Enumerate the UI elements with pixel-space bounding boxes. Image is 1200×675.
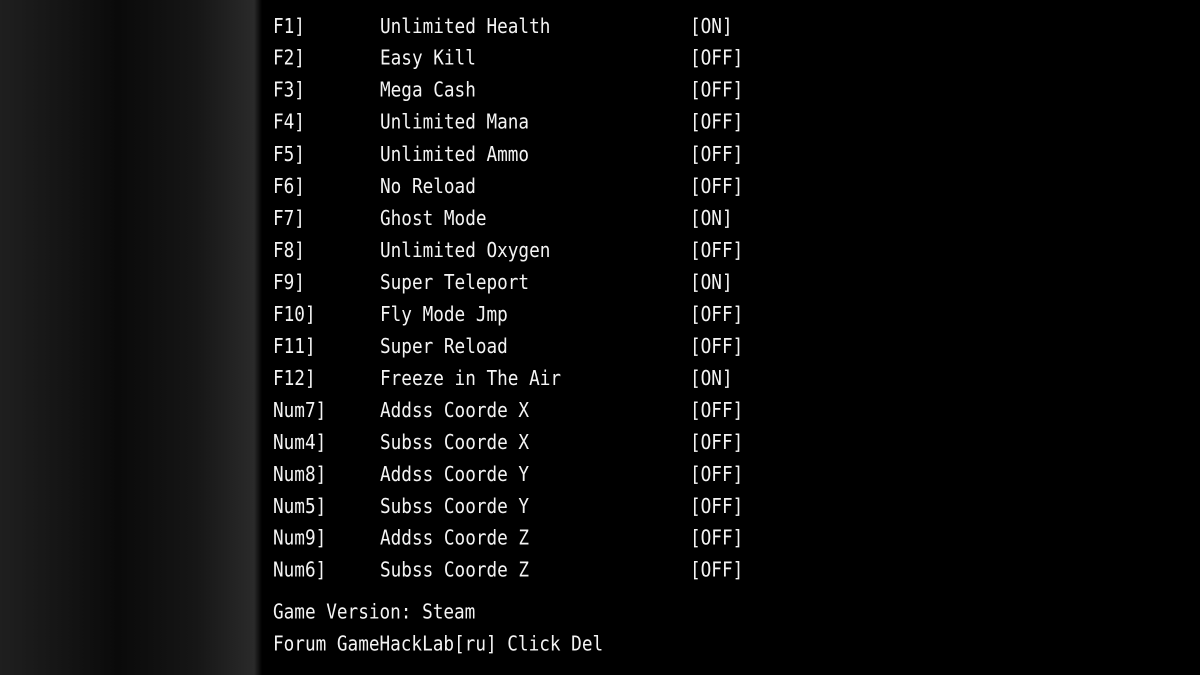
hotkey-key: Num6] [273,559,327,583]
cheat-name: Subss Coorde Z [380,559,530,583]
forum-link[interactable]: Forum GameHackLab[ru] Click Del [273,627,603,664]
hotkey-row[interactable]: Num6] Subss Coorde Z [OFF] [273,553,873,590]
background-gradient-left [0,0,262,675]
cheat-state: [OFF] [690,559,744,583]
